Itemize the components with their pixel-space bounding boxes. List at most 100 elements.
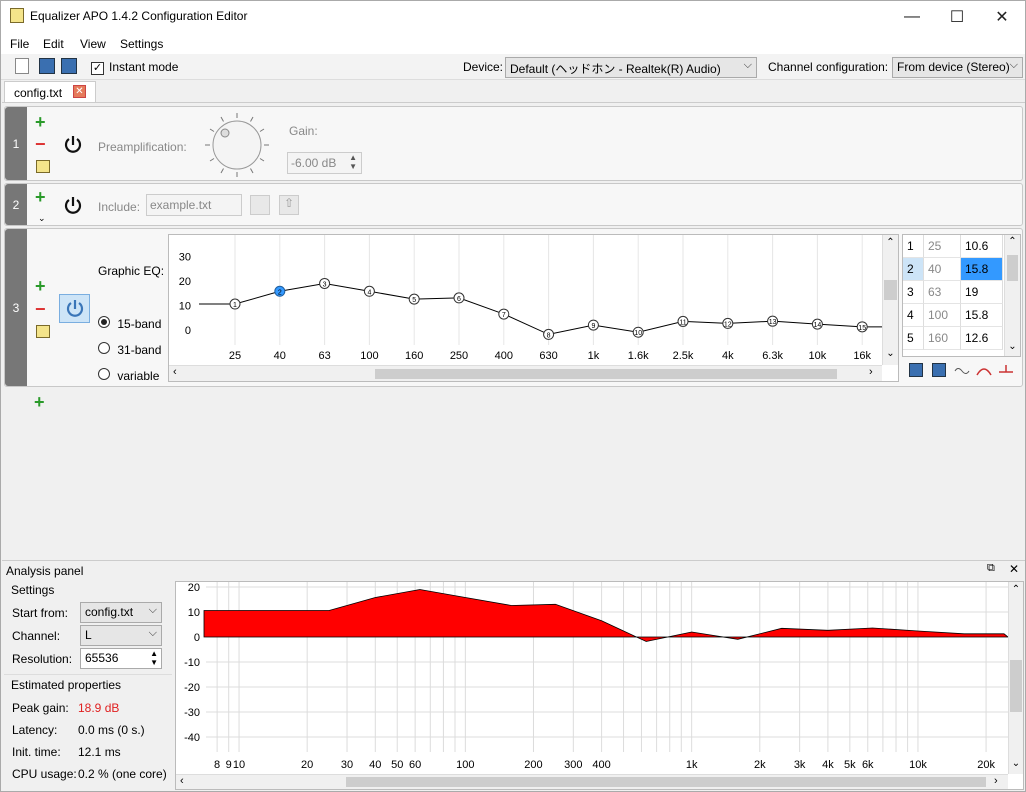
- open-file-icon[interactable]: [39, 58, 55, 74]
- vertical-scrollbar[interactable]: ⌃ ⌄: [1008, 582, 1023, 774]
- graphic-eq-graph[interactable]: 30 20 10 0 25 40 63 100 160 250 400 630 1k 1.6k 2.5k 4k…: [168, 234, 899, 382]
- scroll-up-icon[interactable]: ⌃: [1009, 584, 1023, 595]
- band-row[interactable]: 3 63 19: [903, 281, 1020, 304]
- table-scrollbar[interactable]: ⌃ ⌄: [1004, 235, 1020, 356]
- scroll-up-icon[interactable]: ⌃: [1005, 236, 1020, 247]
- add-filter-icon[interactable]: +: [35, 113, 46, 131]
- remove-filter-icon[interactable]: −: [35, 300, 46, 318]
- chevron-down-icon: ⌵: [1009, 59, 1018, 71]
- radio-15-band[interactable]: 15-band: [98, 316, 161, 331]
- save-preset-icon[interactable]: [909, 363, 923, 377]
- wave-icon[interactable]: [954, 363, 970, 377]
- curve-up-icon[interactable]: [976, 363, 992, 377]
- band-row[interactable]: 5 160 12.6: [903, 327, 1020, 350]
- x-tick-label: 1k: [588, 350, 600, 362]
- vertical-scrollbar[interactable]: ⌃ ⌄: [882, 235, 898, 365]
- y-tick-label: 10: [188, 607, 200, 619]
- power-toggle[interactable]: [59, 294, 90, 323]
- band-gain[interactable]: 19: [961, 281, 1003, 304]
- minimize-button[interactable]: —: [889, 1, 935, 32]
- maximize-button[interactable]: ☐: [934, 1, 980, 32]
- menu-view[interactable]: View: [80, 37, 106, 51]
- band-gain[interactable]: 12.6: [961, 327, 1003, 350]
- normalize-icon[interactable]: [998, 363, 1014, 377]
- edit-filter-icon[interactable]: [36, 160, 50, 173]
- include-path-input[interactable]: example.txt: [146, 194, 242, 216]
- x-tick-label: 63: [318, 350, 330, 362]
- filter-graphic-eq: 3 + − Graphic EQ: 15-band 31-band variab…: [4, 228, 1023, 387]
- cpu-usage-value: 0.2 % (one core): [78, 767, 167, 781]
- scroll-thumb[interactable]: [346, 777, 986, 787]
- band-gain[interactable]: 15.8: [961, 258, 1003, 281]
- float-panel-icon[interactable]: ⧉: [987, 562, 995, 575]
- power-icon[interactable]: [62, 134, 84, 156]
- scroll-thumb[interactable]: [1010, 660, 1022, 712]
- eq-curve-canvas[interactable]: 302010025 40 63 100 160 250 400 630 1k 1.6k 2.5k 4k…: [169, 235, 883, 365]
- scroll-thumb[interactable]: [1007, 255, 1018, 281]
- frequency-response-graph[interactable]: 20 10 0 -10 -20 -30 -40 8 9 10 20 30 40 50 60 100 200 300…: [175, 581, 1024, 790]
- frequency-response-canvas[interactable]: 20100-10-20-30-408 9 10 20 30 40 50 60 100 200 300…: [176, 582, 1008, 774]
- new-file-icon[interactable]: [15, 58, 29, 74]
- scroll-down-icon[interactable]: ⌄: [1009, 758, 1023, 769]
- load-preset-icon[interactable]: [932, 363, 946, 377]
- menu-settings[interactable]: Settings: [120, 37, 163, 51]
- x-tick-label: 2k: [754, 759, 766, 771]
- close-button[interactable]: ✕: [979, 1, 1025, 32]
- scroll-right-icon[interactable]: ›: [869, 366, 873, 378]
- scroll-up-icon[interactable]: ⌃: [883, 237, 898, 248]
- radio-variable[interactable]: variable: [98, 368, 159, 383]
- add-filter-icon[interactable]: +: [35, 277, 46, 295]
- spin-arrows-icon[interactable]: ▲ ▼: [150, 649, 158, 667]
- open-include-icon[interactable]: [250, 195, 270, 215]
- gain-knob[interactable]: [203, 111, 271, 179]
- band-row[interactable]: 1 25 10.6: [903, 235, 1020, 258]
- x-tick-label: 250: [450, 350, 468, 362]
- init-time-label: Init. time:: [12, 745, 61, 759]
- eq-band-number: 14: [814, 322, 822, 329]
- add-filter-icon[interactable]: +: [34, 393, 45, 411]
- expand-icon[interactable]: ⌄: [38, 213, 46, 224]
- horizontal-scrollbar[interactable]: ‹ ›: [176, 774, 1008, 789]
- scroll-thumb[interactable]: [884, 280, 897, 300]
- scroll-down-icon[interactable]: ⌄: [1005, 341, 1020, 352]
- x-tick-label: 200: [524, 759, 542, 771]
- instant-mode-checkbox[interactable]: ✓: [91, 60, 104, 75]
- tab-config[interactable]: config.txt ✕: [4, 81, 96, 102]
- power-icon[interactable]: [62, 195, 84, 217]
- scroll-left-icon[interactable]: ‹: [173, 366, 177, 378]
- scroll-down-icon[interactable]: ⌄: [883, 348, 898, 359]
- radio-31-band[interactable]: 31-band: [98, 342, 161, 357]
- channel-label: Channel:: [12, 629, 61, 643]
- start-from-select[interactable]: config.txt ⌵: [80, 602, 162, 623]
- remove-filter-icon[interactable]: −: [35, 135, 46, 153]
- scroll-thumb[interactable]: [375, 369, 837, 379]
- resolution-spinbox[interactable]: 65536 ▲ ▼: [80, 648, 162, 669]
- band-gain[interactable]: 10.6: [961, 235, 1003, 258]
- close-tab-icon[interactable]: ✕: [73, 85, 86, 98]
- x-tick-label: 4k: [722, 350, 734, 362]
- up-arrow-icon[interactable]: ⇧: [279, 195, 299, 215]
- add-filter-icon[interactable]: +: [35, 188, 46, 206]
- horizontal-scrollbar[interactable]: ‹ ›: [169, 365, 882, 381]
- band-table[interactable]: 1 25 10.6 2 40 15.8 3 63 19 4 100 15.8 5 160 12.6 ⌃ ⌄: [902, 234, 1021, 357]
- chevron-down-icon: ⌵: [743, 59, 752, 71]
- gain-spinbox[interactable]: -6.00 dB ▲ ▼: [287, 152, 362, 174]
- spin-arrows-icon[interactable]: ▲ ▼: [349, 153, 357, 171]
- save-file-icon[interactable]: [61, 58, 77, 74]
- close-panel-icon[interactable]: ✕: [1009, 562, 1019, 576]
- band-row[interactable]: 2 40 15.8: [903, 258, 1020, 281]
- band-row[interactable]: 4 100 15.8: [903, 304, 1020, 327]
- scroll-right-icon[interactable]: ›: [994, 775, 998, 787]
- menu-edit[interactable]: Edit: [43, 37, 64, 51]
- device-select[interactable]: Default (ヘッドホン - Realtek(R) Audio) ⌵: [505, 57, 757, 78]
- band-index: 3: [903, 281, 924, 304]
- scroll-left-icon[interactable]: ‹: [180, 775, 184, 787]
- menu-file[interactable]: File: [10, 37, 29, 51]
- channel-config-select[interactable]: From device (Stereo) ⌵: [892, 57, 1023, 78]
- edit-filter-icon[interactable]: [36, 325, 50, 338]
- channel-select[interactable]: L ⌵: [80, 625, 162, 646]
- band-gain[interactable]: 15.8: [961, 304, 1003, 327]
- init-time-value: 12.1 ms: [78, 745, 121, 759]
- cpu-usage-label: CPU usage:: [12, 767, 77, 781]
- analysis-panel-header: Analysis panel ⧉ ✕: [2, 560, 1025, 579]
